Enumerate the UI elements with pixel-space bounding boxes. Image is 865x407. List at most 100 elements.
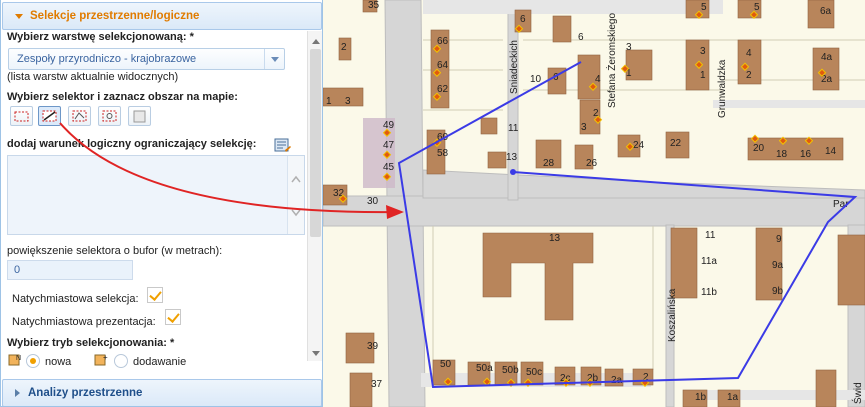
- mode-new-radio[interactable]: [26, 354, 40, 368]
- layer-label: Wybierz warstwę selekcjonowaną: *: [7, 31, 194, 43]
- svg-text:6a: 6a: [820, 6, 832, 17]
- svg-text:1: 1: [326, 96, 332, 107]
- svg-text:6: 6: [520, 14, 526, 25]
- scrollbar-thumb[interactable]: [310, 49, 321, 237]
- svg-text:13: 13: [506, 152, 518, 163]
- svg-text:9a: 9a: [772, 260, 784, 271]
- svg-text:4a: 4a: [821, 52, 833, 63]
- layer-note: (lista warstw aktualnie widocznych): [7, 71, 179, 83]
- svg-text:50: 50: [440, 359, 452, 370]
- svg-text:50a: 50a: [476, 363, 493, 374]
- polygon-selector-button[interactable]: [38, 106, 61, 126]
- new-selection-icon: N: [8, 354, 21, 366]
- condition-textarea[interactable]: [7, 155, 305, 235]
- circle-selector-icon: [102, 110, 117, 122]
- clear-selector-icon: [133, 110, 146, 122]
- svg-text:10: 10: [530, 74, 542, 85]
- circle-selector-button[interactable]: [98, 106, 121, 126]
- svg-text:30: 30: [367, 196, 379, 207]
- instant-selection-label: Natychmiastowa selekcja:: [12, 293, 139, 305]
- instant-presentation-checkbox[interactable]: [165, 309, 181, 325]
- rectangle-selector-button[interactable]: [10, 106, 33, 126]
- svg-text:+: +: [103, 353, 108, 362]
- svg-text:9: 9: [776, 234, 782, 245]
- svg-text:2: 2: [341, 42, 347, 53]
- svg-text:24: 24: [633, 140, 645, 151]
- svg-text:2: 2: [746, 70, 752, 81]
- svg-text:37: 37: [371, 379, 383, 390]
- mode-label: Wybierz tryb selekcjonowania: *: [7, 337, 175, 349]
- svg-text:1b: 1b: [695, 392, 707, 403]
- road-right: [713, 100, 865, 108]
- road-top: [423, 0, 723, 14]
- scroll-down-icon[interactable]: [312, 351, 320, 356]
- svg-text:1: 1: [700, 70, 706, 81]
- svg-text:Sniadeckich: Sniadeckich: [509, 40, 520, 94]
- section-header-spatial-analysis[interactable]: Analizy przestrzenne: [2, 379, 322, 406]
- svg-text:26: 26: [586, 158, 598, 169]
- buffer-label: powiększenie selektora o bufor (w metrac…: [7, 245, 223, 257]
- svg-text:45: 45: [383, 162, 395, 173]
- svg-text:50b: 50b: [502, 365, 519, 376]
- svg-text:66: 66: [437, 36, 449, 47]
- svg-text:N: N: [16, 355, 21, 362]
- map-canvas[interactable]: 3521 3 6664626058 4947453032 66610 4 315 5 6…: [323, 0, 865, 407]
- scroll-up-icon[interactable]: [312, 39, 320, 44]
- expand-arrow-icon: [15, 389, 20, 397]
- svg-text:3: 3: [626, 42, 632, 53]
- svg-text:3: 3: [700, 46, 706, 57]
- selector-label: Wybierz selektor i zaznacz obszar na map…: [7, 91, 238, 103]
- svg-text:Grunwaldzka: Grunwaldzka: [717, 59, 728, 118]
- scroll-arrows-icon: [291, 175, 301, 217]
- svg-text:39: 39: [367, 341, 379, 352]
- svg-text:62: 62: [437, 84, 449, 95]
- svg-text:35: 35: [368, 0, 380, 11]
- layer-select[interactable]: Zespoły przyrodniczo - krajobrazowe: [8, 48, 285, 70]
- buffer-input[interactable]: 0: [7, 260, 133, 280]
- panel-scrollbar[interactable]: [307, 31, 322, 361]
- section-header-spatial-selection[interactable]: Selekcje przestrzenne/logiczne: [2, 2, 322, 30]
- svg-text:47: 47: [383, 140, 395, 151]
- svg-text:58: 58: [437, 148, 449, 159]
- condition-builder-icon[interactable]: [274, 137, 292, 155]
- add-selection-icon: +: [94, 353, 108, 366]
- next-section-title: Analizy przestrzenne: [28, 387, 143, 399]
- mode-add-radio[interactable]: [114, 354, 128, 368]
- svg-text:Świd: Świd: [851, 382, 864, 404]
- polygon-selector-icon: [42, 110, 57, 122]
- svg-text:20: 20: [753, 143, 765, 154]
- svg-text:5: 5: [754, 2, 760, 13]
- svg-text:3: 3: [581, 122, 587, 133]
- svg-text:22: 22: [670, 138, 682, 149]
- rectangle-selector-icon: [14, 111, 29, 121]
- svg-text:Koszalińska: Koszalińska: [667, 288, 678, 342]
- svg-text:4: 4: [746, 48, 752, 59]
- svg-text:16: 16: [800, 149, 812, 160]
- map-view[interactable]: 35 2 1 3 66 64 62 60 58 49 47 45 30 32 6 6 6 10 4 31556…: [323, 0, 865, 407]
- mode-add-label: dodawanie: [133, 356, 187, 368]
- svg-text:1a: 1a: [727, 392, 739, 403]
- section-title: Selekcje przestrzenne/logiczne: [30, 10, 200, 22]
- clear-selector-button[interactable]: [128, 106, 151, 126]
- svg-text:3: 3: [345, 96, 351, 107]
- textarea-scrollbar[interactable]: [287, 156, 304, 234]
- polygon-alt-selector-icon: [72, 110, 87, 122]
- instant-selection-checkbox[interactable]: [147, 287, 163, 303]
- panel-content: Wybierz warstwę selekcjonowaną: * Zespoł…: [2, 31, 307, 377]
- polygon-alt-selector-button[interactable]: [68, 106, 91, 126]
- svg-text:14: 14: [825, 146, 837, 157]
- svg-text:64: 64: [437, 60, 449, 71]
- svg-text:6: 6: [578, 32, 584, 43]
- svg-text:9b: 9b: [772, 286, 784, 297]
- svg-text:50c: 50c: [526, 367, 542, 378]
- instant-presentation-label: Natychmiastowa prezentacja:: [12, 316, 156, 328]
- svg-text:49: 49: [383, 120, 395, 131]
- polygon-vertex[interactable]: [510, 169, 516, 175]
- svg-text:28: 28: [543, 158, 555, 169]
- chevron-down-icon[interactable]: [264, 49, 284, 69]
- svg-text:11: 11: [508, 123, 519, 134]
- svg-text:13: 13: [549, 233, 561, 244]
- svg-text:18: 18: [776, 149, 788, 160]
- condition-label: dodaj warunek logiczny ograniczający sel…: [7, 138, 257, 150]
- mode-new-label: nowa: [45, 356, 72, 368]
